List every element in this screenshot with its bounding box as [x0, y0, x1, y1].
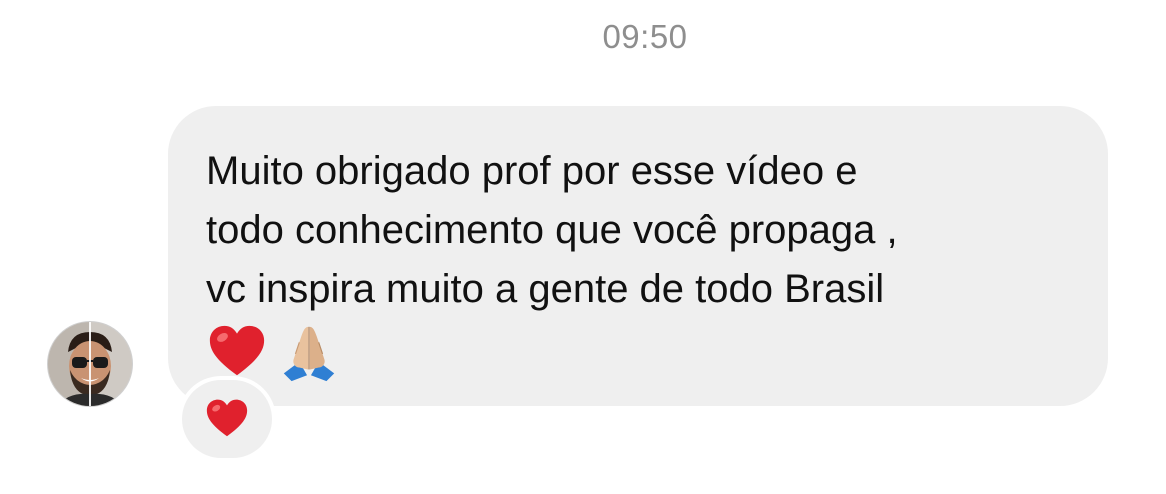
sender-avatar[interactable] [48, 322, 132, 406]
message-text: Muito obrigado prof por esse vídeo e tod… [206, 149, 898, 311]
message-bubble[interactable]: Muito obrigado prof por esse vídeo e tod… [168, 106, 1108, 406]
message-timestamp: 09:50 [602, 18, 688, 55]
avatar-photo [48, 322, 132, 406]
folded-hands-icon [283, 326, 335, 382]
reaction-heart-icon [206, 399, 248, 437]
message-emoji-row [206, 321, 1078, 383]
reaction-badge[interactable] [182, 380, 272, 458]
red-heart-icon [209, 325, 265, 376]
chat-view: 09:50 Muito obrigado prof por esse vídeo… [0, 0, 1166, 494]
